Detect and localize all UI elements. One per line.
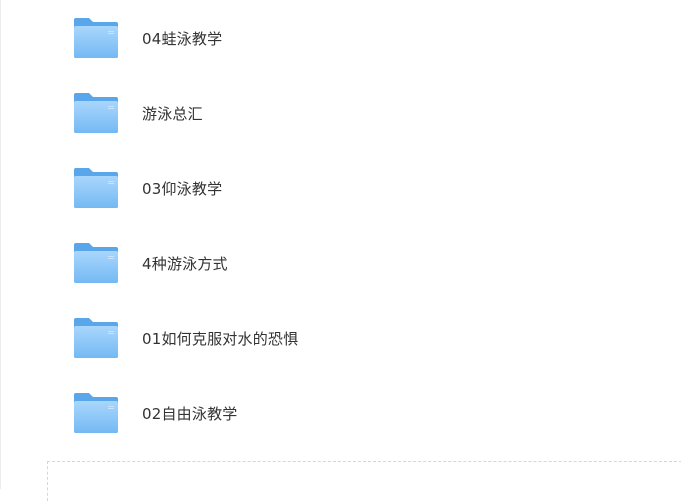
left-divider: [0, 0, 1, 489]
folder-item[interactable]: 03仰泳教学: [72, 164, 632, 212]
folder-item[interactable]: 01如何克服对水的恐惧: [72, 314, 632, 362]
folder-name: 03仰泳教学: [142, 179, 223, 198]
folder-icon: [74, 393, 118, 433]
folder-item[interactable]: 04蛙泳教学: [72, 14, 632, 62]
folder-icon: [74, 243, 118, 283]
folder-icon: [74, 93, 118, 133]
folder-item[interactable]: 游泳总汇: [72, 89, 632, 137]
folder-name: 04蛙泳教学: [142, 29, 223, 48]
folder-item[interactable]: 02自由泳教学: [72, 389, 632, 437]
folder-icon: [74, 18, 118, 58]
folder-icon: [74, 318, 118, 358]
folder-name: 02自由泳教学: [142, 404, 238, 423]
folder-item[interactable]: 4种游泳方式: [72, 239, 632, 287]
folder-name: 01如何克服对水的恐惧: [142, 329, 299, 348]
folder-name: 4种游泳方式: [142, 254, 228, 273]
drop-zone[interactable]: [47, 461, 681, 501]
folder-name: 游泳总汇: [142, 104, 203, 123]
folder-icon: [74, 168, 118, 208]
